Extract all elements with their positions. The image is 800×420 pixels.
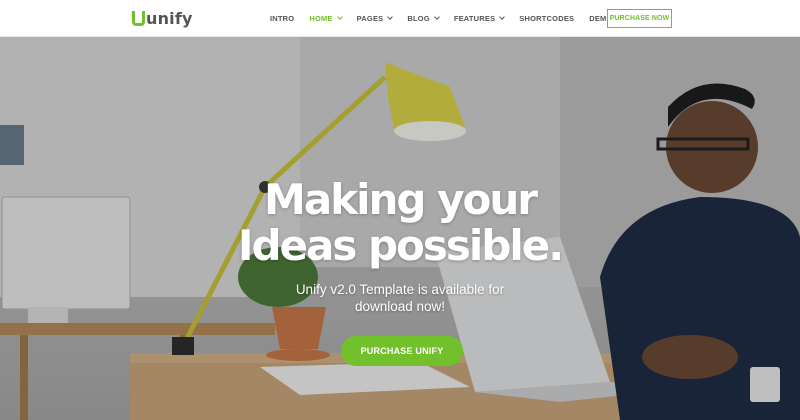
nav-item-label: SHORTCODES xyxy=(519,14,575,23)
nav-item-features[interactable]: FEATURES xyxy=(453,14,506,23)
nav-item-shortcodes[interactable]: SHORTCODES xyxy=(519,14,574,23)
nav-item-label: PAGES xyxy=(356,14,384,23)
nav-item-label: FEATURES xyxy=(453,14,496,23)
nav-item-blog[interactable]: BLOG xyxy=(407,14,440,23)
chevron-down-icon xyxy=(499,14,506,20)
nav-item-label: INTRO xyxy=(270,14,295,23)
nav-item-label: BLOG xyxy=(407,14,430,23)
nav-item-home[interactable]: HOME xyxy=(309,14,343,23)
main-nav: INTRO HOME PAGES BLOG FEATURES SHORTCODE… xyxy=(270,0,642,37)
logo-u-mark-icon xyxy=(132,11,145,26)
hero-headline-line1: Making your xyxy=(264,175,538,224)
logo-text: unify xyxy=(146,8,193,28)
chevron-down-icon xyxy=(387,14,394,20)
hero-headline-line2: Ideas possible. xyxy=(237,221,564,270)
purchase-now-button[interactable]: PURCHASE NOW xyxy=(607,9,672,28)
purchase-unify-button[interactable]: PURCHASE UNIFY xyxy=(341,336,463,366)
nav-item-pages[interactable]: PAGES xyxy=(356,14,394,23)
nav-item-label: HOME xyxy=(309,14,333,23)
hero-subtitle-line2: download now! xyxy=(354,299,446,314)
hero-subtitle-line1: Unify v2.0 Template is available for xyxy=(295,282,505,297)
chevron-down-icon xyxy=(433,14,440,20)
hero-section: Making your Ideas possible. Unify v2.0 T… xyxy=(0,37,800,420)
unify-logo[interactable]: unify xyxy=(132,8,193,28)
top-navbar: unify INTRO HOME PAGES BLOG FEATURES SHO… xyxy=(0,0,800,37)
nav-item-intro[interactable]: INTRO xyxy=(270,14,294,23)
chevron-down-icon xyxy=(336,14,343,20)
